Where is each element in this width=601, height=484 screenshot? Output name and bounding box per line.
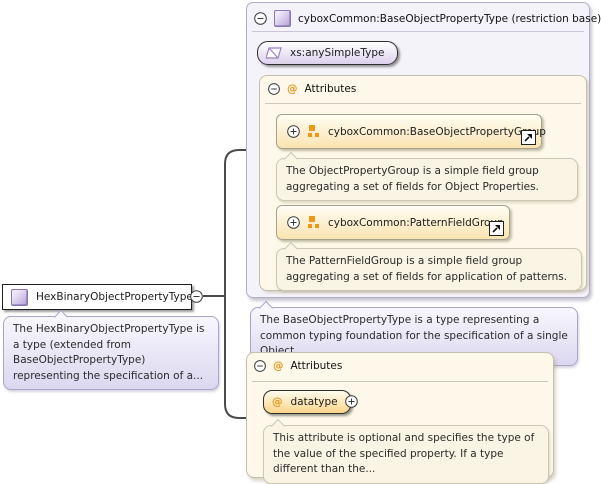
divider [252, 381, 548, 382]
attribute-group-base-object-property[interactable]: cyboxCommon:BaseObjectPropertyGroup [276, 114, 542, 149]
complex-type-icon [274, 10, 291, 27]
goto-definition-icon[interactable] [521, 130, 536, 145]
attribute-group-icon [308, 216, 320, 229]
attribute-name-label: datatype [291, 396, 338, 408]
base-panel-title: cyboxCommon:BaseObjectPropertyType (rest… [298, 13, 601, 25]
divider [252, 31, 584, 32]
collapse-icon-root-attributes[interactable] [254, 360, 266, 372]
attribute-at-icon: @ [287, 83, 298, 95]
goto-definition-icon[interactable] [489, 221, 504, 236]
attribute-datatype-pill[interactable]: @ datatype [263, 390, 351, 414]
attribute-group-description: The PatternFieldGroup is a simple field … [276, 248, 582, 291]
attribute-at-icon: @ [273, 360, 284, 372]
root-attributes-header: Attributes [291, 360, 343, 372]
collapse-icon-base-panel[interactable] [254, 12, 267, 25]
attribute-group-label: cyboxCommon:BaseObjectPropertyGroup [328, 126, 546, 138]
divider [265, 103, 581, 104]
collapse-icon-base-attributes[interactable] [268, 83, 280, 95]
root-attributes-panel: @ Attributes @ datatype This attribute i… [246, 352, 554, 478]
base-type-panel: cyboxCommon:BaseObjectPropertyType (rest… [246, 2, 590, 298]
schema-diagram-canvas: { "diagram": { "root": { "label": "HexBi… [0, 0, 601, 484]
attribute-at-icon: @ [272, 396, 283, 408]
base-simple-type-pill[interactable]: xs:anySimpleType [257, 41, 398, 65]
simple-type-icon [266, 46, 282, 60]
attribute-datatype-description: This attribute is optional and specifies… [263, 425, 549, 484]
expand-icon-datatype[interactable] [345, 395, 358, 408]
base-attributes-section: @ Attributes cyboxCommon:BaseObjectPrope… [259, 75, 587, 291]
attribute-group-pattern-field[interactable]: cyboxCommon:PatternFieldGroup [276, 205, 510, 240]
root-type-label: HexBinaryObjectPropertyType [36, 291, 193, 303]
base-attributes-header: Attributes [305, 83, 357, 95]
base-simple-type-label: xs:anySimpleType [290, 47, 385, 59]
collapse-icon-root[interactable] [190, 290, 203, 303]
attribute-group-description: The ObjectPropertyGroup is a simple fiel… [276, 158, 578, 201]
complex-type-icon [11, 289, 28, 306]
root-type-description: The HexBinaryObjectPropertyType is a typ… [3, 316, 219, 390]
attribute-group-icon [308, 125, 320, 138]
root-type-box[interactable]: HexBinaryObjectPropertyType [2, 284, 192, 310]
expand-icon[interactable] [287, 216, 300, 229]
expand-icon[interactable] [287, 125, 300, 138]
attribute-group-label: cyboxCommon:PatternFieldGroup [328, 217, 504, 229]
